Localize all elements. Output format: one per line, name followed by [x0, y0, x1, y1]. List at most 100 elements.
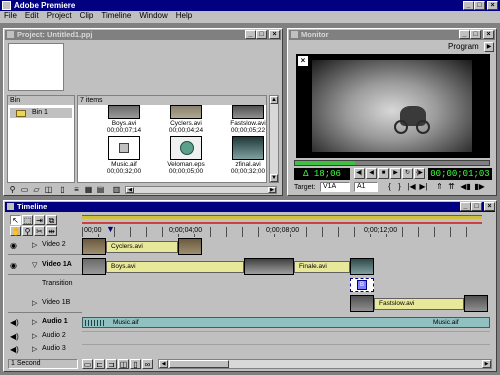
clip-thumbnail-strip[interactable] — [464, 295, 488, 312]
items-scrollbar[interactable]: ▲ ▼ — [269, 95, 279, 183]
collapse-track-icon[interactable]: ▽ — [32, 261, 37, 269]
track-options-icon[interactable]: ▭ — [82, 359, 93, 369]
clip-thumbnail-strip[interactable] — [178, 238, 202, 255]
target-audio-select[interactable]: A1 — [354, 182, 378, 192]
expand-track-icon[interactable]: ▷ — [32, 241, 37, 249]
bin-view-icon[interactable]: ▥ — [111, 185, 122, 195]
scroll-right-arrow[interactable]: ▶ — [482, 360, 491, 368]
clip-thumbnail-strip[interactable] — [82, 258, 106, 275]
audio-track-empty[interactable] — [82, 331, 490, 342]
expand-track-icon[interactable]: ▷ — [32, 318, 37, 326]
play-icon[interactable]: ▶ — [390, 168, 401, 179]
new-item-icon[interactable]: ◫ — [43, 185, 54, 195]
menu-project[interactable]: Project — [43, 11, 76, 21]
project-minimize-button[interactable]: _ — [245, 30, 256, 39]
expand-track-icon[interactable]: ▷ — [32, 332, 37, 340]
range-select-tool-icon[interactable]: ⬚ — [22, 215, 33, 225]
clip-thumbnail[interactable] — [170, 105, 202, 119]
target-video-select[interactable]: V1A — [320, 182, 350, 192]
track-header[interactable]: ◀) ▷ Audio 3 — [8, 344, 82, 356]
still-clip-thumbnail[interactable] — [170, 136, 202, 160]
track-area[interactable]: Cyclers.avi Boys.avi Finale.avi B Fastsl… — [82, 237, 492, 357]
toggle-sync-icon[interactable]: ◫ — [118, 359, 129, 369]
scroll-down-arrow[interactable]: ▼ — [270, 174, 278, 182]
selection-tool-icon[interactable]: ↖ — [10, 215, 21, 225]
project-maximize-button[interactable]: □ — [256, 30, 267, 39]
menu-edit[interactable]: Edit — [21, 11, 43, 21]
menu-help[interactable]: Help — [172, 11, 196, 21]
edit-tool-icon[interactable]: ⧉ — [46, 215, 57, 225]
track-header[interactable]: Transition — [8, 277, 82, 293]
timeline-clip[interactable]: Boys.avi — [106, 261, 244, 273]
expand-track-icon[interactable]: ▷ — [32, 299, 37, 307]
track-select-tool-icon[interactable]: ⇥ — [34, 215, 45, 225]
track-header[interactable]: ◀) ▷ Audio 2 — [8, 331, 82, 343]
close-button[interactable]: × — [487, 1, 498, 10]
audio-track-empty[interactable] — [82, 344, 490, 355]
toggle-edge-view-icon[interactable]: ▯ — [130, 359, 141, 369]
stop-icon[interactable]: ■ — [378, 168, 389, 179]
zoom-level-select[interactable]: 1 Second — [8, 359, 78, 369]
speaker-icon[interactable]: ◀) — [10, 332, 19, 341]
menu-timeline[interactable]: Timeline — [97, 11, 135, 21]
zoom-tool-icon[interactable]: ⚲ — [22, 226, 33, 236]
audio-clip[interactable]: Music.aif Music.aif — [82, 317, 490, 328]
monitor-minimize-button[interactable]: _ — [459, 30, 470, 39]
audio-clip-thumbnail[interactable] — [108, 136, 140, 160]
track-header[interactable]: ◉ ▽ Video 1A — [8, 257, 82, 275]
scroll-left-arrow[interactable]: ◀ — [159, 360, 168, 368]
timeline-horizontal-scrollbar[interactable]: ◀ ▶ — [158, 359, 492, 369]
scroll-up-arrow[interactable]: ▲ — [270, 96, 278, 104]
scroll-thumb[interactable] — [169, 360, 229, 368]
toggle-shift-icon[interactable]: ⊐ — [106, 359, 117, 369]
clip-thumbnail-strip[interactable] — [350, 295, 374, 312]
toggle-link-icon[interactable]: ∞ — [142, 359, 153, 369]
menu-clip[interactable]: Clip — [76, 11, 98, 21]
clip-thumbnail[interactable] — [232, 105, 264, 119]
play-reverse-icon[interactable]: ◀ — [366, 168, 377, 179]
eye-icon[interactable]: ◉ — [10, 241, 17, 250]
extract-icon[interactable]: ⇈ — [446, 182, 457, 192]
timeline-titlebar[interactable]: Timeline _ □ × — [5, 202, 495, 212]
list-view-icon[interactable]: ≡ — [71, 185, 82, 195]
play-in-out-icon[interactable]: {▶ — [414, 168, 425, 179]
clip-thumbnail[interactable] — [108, 105, 140, 119]
track-header[interactable]: ◉ ▷ Video 2 — [8, 237, 82, 255]
project-close-button[interactable]: × — [269, 30, 280, 39]
clip-thumbnail-strip[interactable] — [244, 258, 294, 275]
menu-file[interactable]: File — [0, 11, 21, 21]
in-out-tool-icon[interactable]: ⇹ — [46, 226, 57, 236]
speaker-icon[interactable]: ◀) — [10, 318, 19, 327]
clip-thumbnail[interactable] — [232, 136, 264, 160]
icon-view-icon[interactable]: ▦ — [83, 185, 94, 195]
eye-icon[interactable]: ◉ — [10, 261, 17, 270]
go-to-out-icon[interactable]: ▶| — [418, 182, 429, 192]
edit-line-marker-icon[interactable]: ▼ — [106, 225, 115, 234]
scroll-right-arrow[interactable]: ▶ — [268, 187, 276, 193]
timeline-clip[interactable]: Cyclers.avi — [106, 241, 178, 253]
safe-zone-x-icon[interactable]: × — [298, 56, 308, 66]
step-back-icon[interactable]: ◀| — [354, 168, 365, 179]
binoculars-icon[interactable]: ⚲ — [7, 185, 18, 195]
hand-tool-icon[interactable]: ✋ — [10, 226, 21, 236]
loop-icon[interactable]: ↻ — [402, 168, 413, 179]
trash-icon[interactable]: ▯ — [57, 185, 68, 195]
speaker-icon[interactable]: ◀) — [10, 345, 19, 354]
work-area-bar[interactable] — [82, 215, 482, 219]
toggle-snap-icon[interactable]: ⊏ — [94, 359, 105, 369]
monitor-maximize-button[interactable]: □ — [470, 30, 481, 39]
new-bin-icon[interactable]: ▭ — [19, 185, 30, 195]
clip-thumbnail-strip[interactable] — [82, 238, 106, 255]
track-header[interactable]: ◀) ▷ Audio 1 — [8, 317, 82, 329]
project-titlebar[interactable]: Project: Untitled1.ppj _ □ × — [5, 30, 281, 40]
monitor-close-button[interactable]: × — [483, 30, 494, 39]
monitor-menu-arrow[interactable]: ▶ — [484, 42, 494, 52]
track-header[interactable]: ▷ Video 1B — [8, 295, 82, 313]
timeline-maximize-button[interactable]: □ — [471, 202, 482, 211]
next-edit-icon[interactable]: ▮▶ — [474, 182, 485, 192]
timeline-clip[interactable]: Finale.avi — [294, 261, 350, 273]
lift-icon[interactable]: ⇑ — [434, 182, 445, 192]
scroll-left-arrow[interactable]: ◀ — [126, 187, 134, 193]
timeline-clip[interactable]: Fastslow.avi — [374, 298, 464, 310]
go-to-in-icon[interactable]: |◀ — [406, 182, 417, 192]
